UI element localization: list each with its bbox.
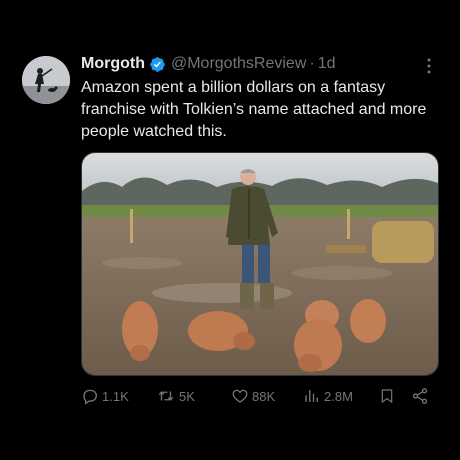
like-button[interactable]: 88K — [231, 384, 275, 408]
tweet-timestamp[interactable]: 1d — [318, 55, 336, 73]
verified-badge-icon — [150, 56, 165, 72]
reply-button[interactable]: 1.1K — [81, 384, 129, 408]
bookmark-button[interactable] — [379, 384, 395, 408]
repost-icon — [158, 391, 174, 401]
share-button[interactable] — [411, 384, 429, 408]
author-avatar[interactable] — [22, 56, 70, 104]
reply-count: 1.1K — [102, 388, 129, 404]
repost-button[interactable]: 5K — [156, 384, 195, 408]
more-options-icon[interactable] — [424, 56, 434, 76]
like-count: 88K — [252, 388, 276, 404]
analytics-icon — [305, 390, 318, 402]
avatar-image — [22, 56, 70, 104]
heart-icon — [232, 389, 248, 403]
tweet-text: Amazon spent a billion dollars on a fant… — [81, 79, 427, 140]
share-icon — [412, 388, 428, 404]
repost-count: 5K — [179, 388, 195, 404]
reply-icon — [83, 389, 97, 405]
tweet-header: Morgoth @MorgothsReview · 1d — [81, 53, 336, 75]
tweet-media-image[interactable] — [81, 152, 439, 376]
header-separator: · — [309, 55, 315, 72]
photo-farmer-with-pigs — [82, 153, 438, 375]
author-handle[interactable]: @MorgothsReview — [171, 55, 306, 73]
author-name[interactable]: Morgoth — [81, 55, 145, 73]
views-button[interactable]: 2.8M — [303, 384, 353, 408]
tweet-action-bar: 1.1K 5K 88K 2.8M — [81, 384, 431, 408]
bookmark-icon — [381, 389, 393, 404]
views-count: 2.8M — [324, 388, 353, 404]
